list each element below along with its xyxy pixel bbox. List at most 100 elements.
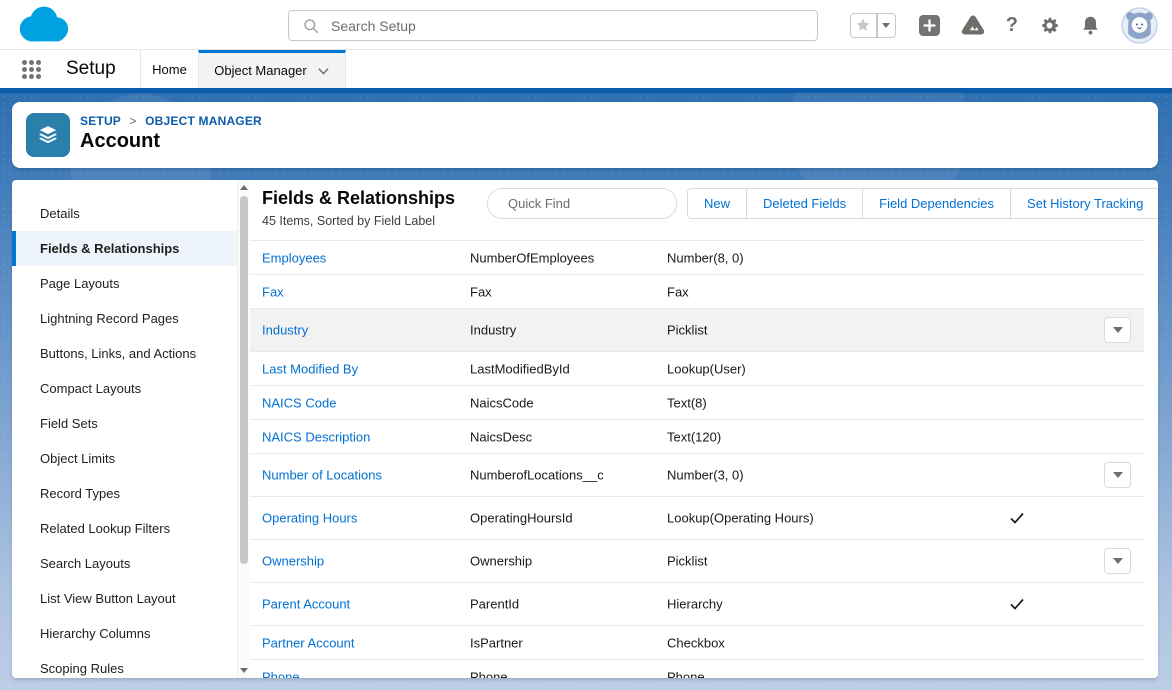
- sidebar-item[interactable]: Record Types: [12, 476, 237, 511]
- field-data-type: Picklist: [667, 554, 707, 569]
- field-api-name: Phone: [470, 669, 508, 678]
- global-header: ?: [0, 0, 1172, 50]
- field-row: Ownership Ownership Picklist: [250, 540, 1144, 583]
- field-api-name: NumberofLocations__c: [470, 468, 604, 483]
- row-actions-dropdown[interactable]: [1104, 548, 1131, 574]
- field-label-link[interactable]: Ownership: [262, 554, 324, 569]
- sidebar-scrollbar[interactable]: [237, 180, 249, 678]
- action-button[interactable]: Field Dependencies: [862, 188, 1011, 219]
- sidebar-item[interactable]: Hierarchy Columns: [12, 616, 237, 651]
- field-api-name: NaicsDesc: [470, 429, 532, 444]
- field-label-link[interactable]: Employees: [262, 250, 326, 265]
- scrollbar-thumb[interactable]: [240, 196, 248, 564]
- object-sidebar: Details Fields & Relationships Page Layo…: [12, 180, 237, 678]
- user-avatar[interactable]: [1121, 7, 1158, 44]
- indexed-check-icon: [1008, 511, 1028, 525]
- action-button[interactable]: New: [687, 188, 747, 219]
- field-label-link[interactable]: NAICS Code: [262, 395, 336, 410]
- sidebar-item-label: Lightning Record Pages: [40, 311, 179, 326]
- sidebar-item[interactable]: Related Lookup Filters: [12, 511, 237, 546]
- sidebar-item[interactable]: Scoping Rules: [12, 651, 237, 678]
- scroll-down-arrow[interactable]: [238, 664, 249, 677]
- global-actions: ?: [850, 7, 1158, 43]
- field-label-link[interactable]: Fax: [262, 284, 284, 299]
- quick-find-input[interactable]: [508, 196, 684, 211]
- chevron-down-icon: [317, 66, 330, 76]
- chevron-down-icon: [882, 23, 890, 28]
- app-launcher-icon[interactable]: [22, 60, 46, 79]
- tab-object-manager-label: Object Manager: [214, 63, 307, 78]
- tab-home[interactable]: Home: [141, 50, 198, 88]
- field-api-name: Fax: [470, 284, 492, 299]
- field-data-type: Number(8, 0): [667, 250, 744, 265]
- field-row: NAICS Description NaicsDesc Text(120): [250, 420, 1144, 454]
- app-title: Setup: [66, 50, 116, 88]
- plus-icon: [919, 15, 940, 36]
- sidebar-item-label: Object Limits: [40, 451, 115, 466]
- page-title: Account: [80, 130, 160, 153]
- sidebar-item-label: Field Sets: [40, 416, 98, 431]
- breadcrumb-object-manager-link[interactable]: OBJECT MANAGER: [145, 114, 262, 128]
- sidebar-item[interactable]: List View Button Layout: [12, 581, 237, 616]
- tab-object-manager[interactable]: Object Manager: [198, 50, 346, 88]
- field-row: Industry Industry Picklist: [250, 309, 1144, 352]
- sidebar-item-label: Details: [40, 206, 80, 221]
- field-label-link[interactable]: NAICS Description: [262, 429, 370, 444]
- sidebar-item[interactable]: Page Layouts: [12, 266, 237, 301]
- global-search[interactable]: [288, 10, 818, 41]
- field-label-link[interactable]: Parent Account: [262, 597, 350, 612]
- breadcrumb: SETUP > OBJECT MANAGER: [80, 114, 262, 128]
- favorites-dropdown-button[interactable]: [877, 13, 896, 38]
- help-icon[interactable]: ?: [1006, 14, 1018, 37]
- field-label-link[interactable]: Partner Account: [262, 635, 355, 650]
- gear-icon: [1039, 15, 1060, 36]
- notifications-bell-icon[interactable]: [1081, 15, 1100, 36]
- field-data-type: Hierarchy: [667, 597, 723, 612]
- field-data-type: Number(3, 0): [667, 468, 744, 483]
- field-api-name: NaicsCode: [470, 395, 534, 410]
- add-icon[interactable]: [919, 15, 940, 36]
- sidebar-item[interactable]: Field Sets: [12, 406, 237, 441]
- field-api-name: Industry: [470, 323, 516, 338]
- quick-find[interactable]: [487, 188, 677, 219]
- tab-home-label: Home: [152, 62, 187, 77]
- row-actions-dropdown[interactable]: [1104, 462, 1131, 488]
- field-label-link[interactable]: Phone: [262, 669, 300, 678]
- sidebar-item[interactable]: Details: [12, 196, 237, 231]
- sidebar-item[interactable]: Lightning Record Pages: [12, 301, 237, 336]
- field-label-link[interactable]: Number of Locations: [262, 468, 382, 483]
- setup-background: SETUP > OBJECT MANAGER Account Details F…: [0, 93, 1172, 690]
- field-api-name: OperatingHoursId: [470, 511, 573, 526]
- sidebar-item[interactable]: Object Limits: [12, 441, 237, 476]
- sidebar-item[interactable]: Fields & Relationships: [12, 231, 237, 266]
- page-header: SETUP > OBJECT MANAGER Account: [12, 102, 1158, 168]
- breadcrumb-setup-link[interactable]: SETUP: [80, 114, 121, 128]
- section-title: Fields & Relationships: [262, 188, 455, 209]
- field-data-type: Text(8): [667, 395, 707, 410]
- sidebar-item[interactable]: Search Layouts: [12, 546, 237, 581]
- action-button[interactable]: Deleted Fields: [746, 188, 863, 219]
- salesforce-logo-icon: [14, 4, 72, 46]
- sidebar-item[interactable]: Compact Layouts: [12, 371, 237, 406]
- guidance-center-icon[interactable]: [961, 14, 985, 36]
- field-label-link[interactable]: Last Modified By: [262, 361, 358, 376]
- global-search-input[interactable]: [331, 18, 817, 34]
- field-data-type: Checkbox: [667, 635, 725, 650]
- dropdown-triangle-icon: [1113, 327, 1123, 333]
- field-data-type: Phone: [667, 669, 705, 678]
- field-label-link[interactable]: Operating Hours: [262, 511, 357, 526]
- scroll-up-arrow[interactable]: [238, 181, 249, 194]
- sidebar-item[interactable]: Buttons, Links, and Actions: [12, 336, 237, 371]
- table-actions: New Deleted Fields Field Dependencies Se…: [687, 188, 1158, 219]
- favorites-control: [850, 13, 896, 38]
- cloud-icon: [14, 4, 72, 46]
- favorites-star-button[interactable]: [850, 13, 877, 38]
- setup-gear-icon[interactable]: [1039, 15, 1060, 36]
- section-subtitle: 45 Items, Sorted by Field Label: [262, 214, 435, 228]
- setup-nav-bar: Setup Home Object Manager: [0, 50, 1172, 88]
- fields-table: Employees NumberOfEmployees Number(8, 0)…: [250, 240, 1144, 678]
- row-actions-dropdown[interactable]: [1104, 317, 1131, 343]
- field-row: Operating Hours OperatingHoursId Lookup(…: [250, 497, 1144, 540]
- action-button[interactable]: Set History Tracking: [1010, 188, 1158, 219]
- field-label-link[interactable]: Industry: [262, 323, 308, 338]
